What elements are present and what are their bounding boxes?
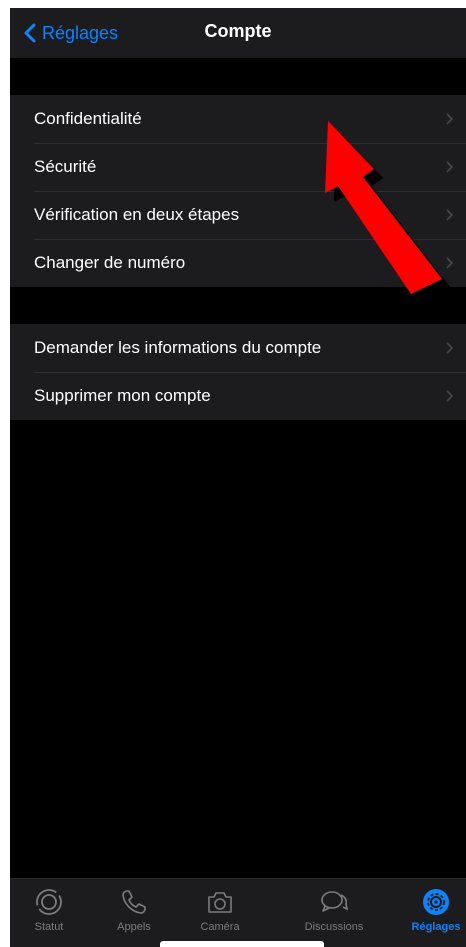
- annotation-arrow: [325, 121, 451, 303]
- row-label: Vérification en deux étapes: [34, 205, 240, 224]
- tab-settings[interactable]: Réglages: [396, 887, 466, 941]
- phone-screen: Réglages Compte Confidentialité Sécurité…: [10, 8, 466, 947]
- tab-status[interactable]: Statut: [10, 887, 89, 941]
- status-icon: [36, 889, 62, 915]
- navigation-bar: Réglages Compte: [10, 8, 466, 58]
- row-label: Confidentialité: [34, 109, 142, 128]
- chevron-right-icon: [446, 342, 454, 354]
- tab-discussions[interactable]: Discussions: [294, 887, 374, 941]
- tab-label: Appels: [117, 921, 151, 933]
- page-title: Compte: [204, 21, 272, 41]
- row-label: Supprimer mon compte: [34, 386, 211, 405]
- row-label: Demander les informations du compte: [34, 338, 322, 357]
- tab-bar: Statut Appels Caméra Discussions Réglage…: [10, 878, 466, 947]
- tab-label: Statut: [34, 921, 64, 933]
- tab-label: Discussions: [304, 921, 364, 933]
- row-request-account-info[interactable]: Demander les informations du compte: [10, 324, 466, 372]
- tab-camera[interactable]: Caméra: [180, 887, 260, 941]
- home-indicator: [160, 941, 324, 947]
- chevron-right-icon: [446, 390, 454, 402]
- tab-label: Caméra: [200, 921, 240, 933]
- row-delete-account[interactable]: Supprimer mon compte: [10, 372, 466, 420]
- camera-icon: [208, 892, 232, 913]
- phone-icon: [122, 890, 146, 914]
- gear-icon: [423, 889, 449, 915]
- tab-calls[interactable]: Appels: [94, 887, 174, 941]
- tab-label: Réglages: [411, 921, 461, 933]
- row-label: Sécurité: [34, 157, 97, 176]
- chat-bubbles-icon: [321, 891, 349, 912]
- account-group-2: Demander les informations du compte Supp…: [10, 324, 466, 420]
- row-label: Changer de numéro: [34, 253, 186, 272]
